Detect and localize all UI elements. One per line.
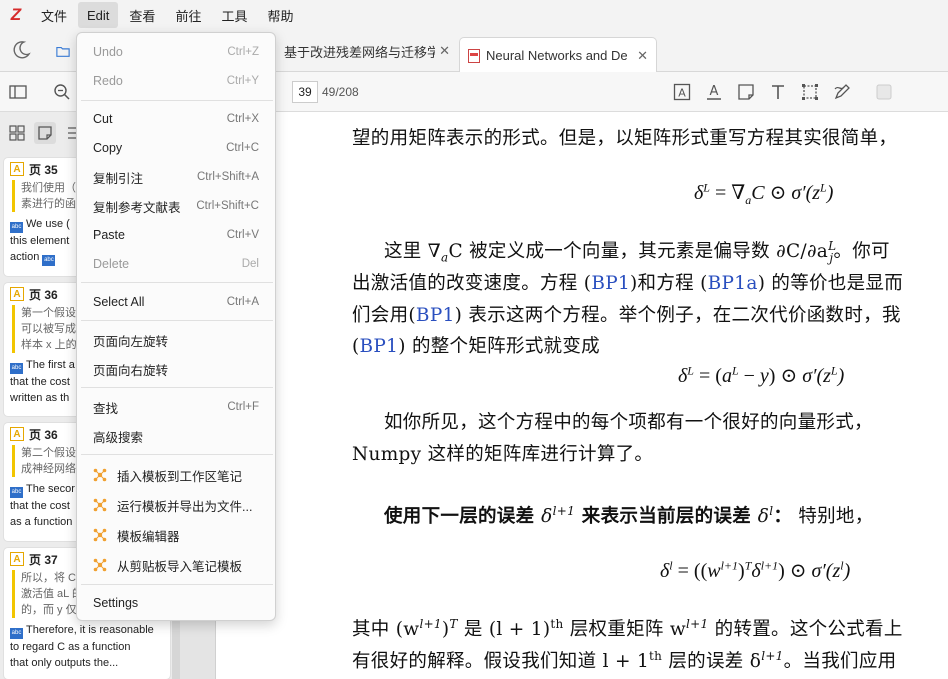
translate-icon: abc	[10, 487, 23, 498]
doc-line: Numpy 这样的矩阵库进行计算了。	[352, 444, 654, 465]
highlight-icon: A	[10, 162, 24, 176]
menu-item-paste[interactable]: Paste Ctrl+V	[77, 221, 277, 249]
underline-icon[interactable]: A	[704, 82, 724, 102]
menu-tools[interactable]: 工具	[212, 2, 256, 28]
doc-line: 如你所见，这个方程中的每个项都有一个很好的向量形式，	[384, 412, 873, 433]
doc-heading-line: 使用下一层的误差 δl+1 来表示当前层的误差 δl： 特别地，	[384, 503, 874, 527]
annotation-page: 页 36	[29, 287, 58, 302]
doc-line: 其中 (wl+1)T 是 (l + 1)th 层权重矩阵 wl+1 的转置。这个…	[352, 616, 903, 640]
menu-item-rotate-left[interactable]: 页面向左旋转	[77, 326, 277, 354]
menu-bar: Z 文件 Edit 查看 前往 工具 帮助	[0, 0, 948, 30]
tab-label: Neural Networks and De	[486, 48, 628, 63]
equation-quadratic: δL = (aL − y) ⊙ σ′(zL)	[678, 363, 845, 387]
area-select-icon[interactable]	[800, 82, 820, 102]
menu-item-template-editor[interactable]: 模板编辑器	[77, 521, 277, 549]
menu-separator	[81, 282, 273, 283]
menu-go[interactable]: 前往	[166, 2, 210, 28]
doc-line: (BP1) 的整个矩阵形式就变成	[352, 336, 600, 357]
template-plugin-icon	[93, 528, 107, 542]
menu-item-import-template[interactable]: 从剪贴板导入笔记模板	[77, 551, 277, 579]
text-tool-icon[interactable]	[768, 82, 788, 102]
menu-separator	[81, 320, 273, 321]
menu-item-rotate-right[interactable]: 页面向右旋转	[77, 355, 277, 383]
page-total: 49/208	[322, 85, 359, 99]
menu-item-find[interactable]: 查找 Ctrl+F	[77, 393, 277, 421]
menu-item-settings[interactable]: Settings	[77, 589, 277, 617]
highlight-icon: A	[10, 287, 24, 301]
annotation-comment: abc Therefore, it is reasonable to regard…	[10, 624, 154, 669]
menu-item-copy-citation[interactable]: 复制引注 Ctrl+Shift+A	[77, 163, 277, 191]
link-bp1[interactable]: BP1	[591, 273, 630, 294]
svg-text:A: A	[678, 87, 686, 100]
zoom-out-icon[interactable]	[52, 82, 72, 102]
menu-file[interactable]: 文件	[32, 2, 76, 28]
translate-icon: abc	[10, 222, 23, 233]
pdf-icon	[468, 48, 480, 63]
equation-bp1a: δL = ∇aC ⊙ σ′(zL)	[694, 180, 834, 207]
note-icon[interactable]	[736, 82, 756, 102]
sidebar-toggle-icon[interactable]	[8, 82, 28, 102]
draw-icon[interactable]	[832, 82, 852, 102]
tab-paper-cn[interactable]: 基于改进残差网络与迁移学 ✕	[276, 37, 458, 65]
doc-line: 有很好的解释。假设我们知道 l + 1th 层的误差 δl+1。当我们应用	[352, 648, 897, 672]
menu-separator	[81, 387, 273, 388]
doc-line: 出激活值的改变速度。方程 (BP1)和方程 (BP1a) 的等价也是显而	[352, 273, 904, 294]
menu-item-run-template[interactable]: 运行模板并导出为文件...	[77, 491, 277, 519]
menu-item-cut[interactable]: Cut Ctrl+X	[77, 105, 277, 133]
tab-neural-networks[interactable]: Neural Networks and De ✕	[459, 37, 657, 73]
color-picker-icon[interactable]	[874, 82, 894, 102]
translate-icon: abc	[10, 363, 23, 374]
highlight-icon: A	[10, 427, 24, 441]
page-number-input[interactable]: 39	[292, 81, 318, 103]
menu-edit[interactable]: Edit	[78, 2, 119, 28]
translate-icon: abc	[42, 255, 56, 266]
menu-item-insert-template[interactable]: 插入模板到工作区笔记	[77, 461, 277, 489]
link-bp1[interactable]: BP1	[360, 336, 399, 357]
menu-item-copy-bibliography[interactable]: 复制参考文献表 Ctrl+Shift+C	[77, 192, 277, 220]
menu-item-select-all[interactable]: Select All Ctrl+A	[77, 288, 277, 316]
translate-icon: abc	[10, 628, 23, 639]
annotations-tab-icon[interactable]	[34, 122, 56, 144]
edit-menu-dropdown: Undo Ctrl+Z Redo Ctrl+Y Cut Ctrl+X Copy Ctrl…	[76, 32, 276, 621]
equation-bp2: δl = ((wl+1)Tδl+1) ⊙ σ′(zl)	[660, 558, 851, 582]
folder-icon	[56, 46, 70, 57]
close-icon[interactable]: ✕	[637, 48, 648, 64]
doc-line: 这里 ∇aC 被定义成一个向量，其元素是偏导数 ∂C/∂aLj。你可	[384, 238, 890, 265]
menu-separator	[81, 454, 273, 455]
text-annotation-icon[interactable]: A	[672, 82, 692, 102]
menu-help[interactable]: 帮助	[258, 2, 302, 28]
link-bp1[interactable]: BP1	[416, 305, 455, 326]
close-icon[interactable]: ✕	[439, 43, 450, 59]
menu-item-undo[interactable]: Undo Ctrl+Z	[77, 38, 277, 66]
svg-text:A: A	[710, 84, 719, 99]
link-bp1a[interactable]: BP1a	[708, 273, 758, 294]
doc-line: 望的用矩阵表示的形式。但是，以矩阵形式重写方程其实很简单，	[352, 128, 898, 149]
highlight-icon: A	[10, 552, 24, 566]
menu-item-delete[interactable]: Delete Del	[77, 250, 277, 278]
menu-item-redo[interactable]: Redo Ctrl+Y	[77, 67, 277, 95]
template-plugin-icon	[93, 558, 107, 572]
template-plugin-icon	[93, 468, 107, 482]
tab-label: 基于改进残差网络与迁移学	[284, 44, 436, 60]
pdf-viewer[interactable]: 望的用矩阵表示的形式。但是，以矩阵形式重写方程其实很简单， δL = ∇aC ⊙…	[216, 112, 948, 679]
annotation-page: 页 35	[29, 162, 58, 177]
menu-item-advanced-search[interactable]: 高级搜索	[77, 422, 277, 450]
moon-icon[interactable]	[10, 39, 32, 61]
menu-item-copy[interactable]: Copy Ctrl+C	[77, 134, 277, 162]
menu-view[interactable]: 查看	[120, 2, 164, 28]
tab-library[interactable]	[48, 37, 78, 65]
annotation-page: 页 36	[29, 427, 58, 442]
doc-line: 们会用(BP1) 表示这两个方程。举个例子，在二次代价函数时，我	[352, 305, 901, 326]
menu-separator	[81, 584, 273, 585]
app-logo[interactable]: Z	[0, 0, 32, 30]
thumbnails-icon[interactable]	[6, 122, 28, 144]
menu-separator	[81, 100, 273, 101]
template-plugin-icon	[93, 498, 107, 512]
annotation-page: 页 37	[29, 552, 58, 567]
